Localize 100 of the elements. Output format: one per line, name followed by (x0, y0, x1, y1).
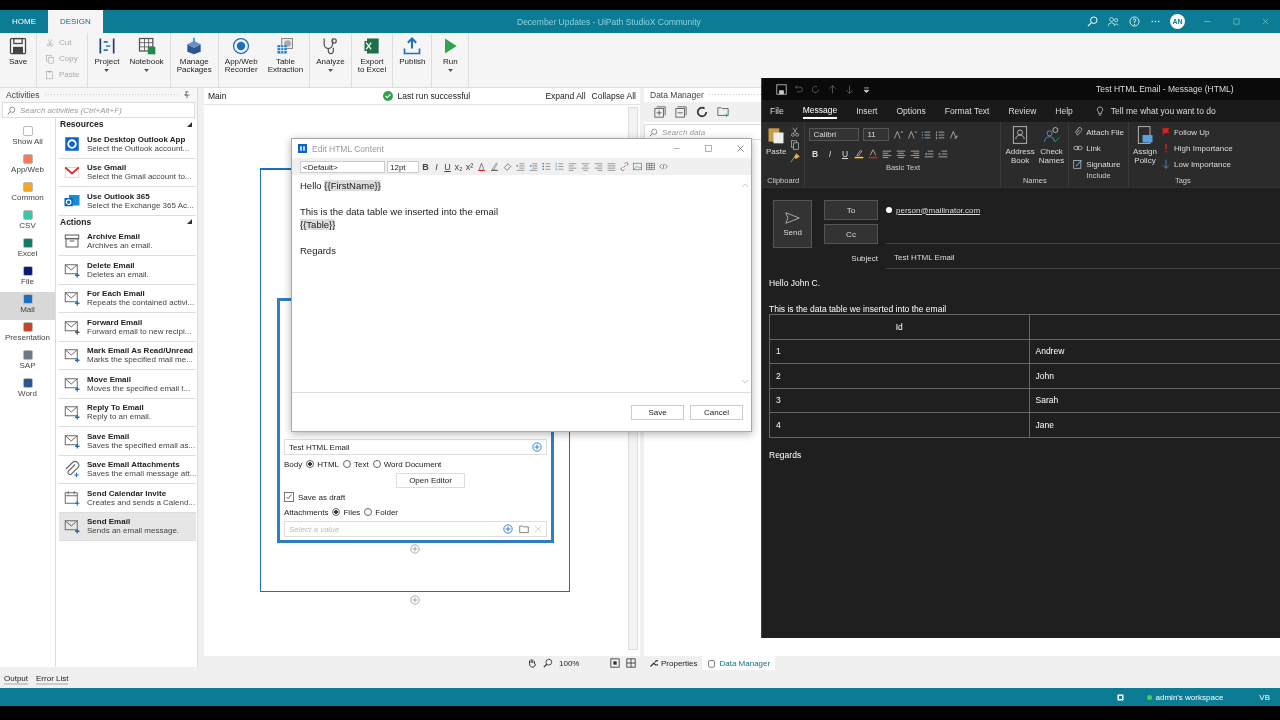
send-button[interactable]: Send (773, 200, 812, 248)
activity-item[interactable]: Mark Email As Read/Unread Marks the specified mail me... (59, 341, 197, 370)
align-left-icon[interactable] (567, 161, 578, 172)
radio-button[interactable]: Text (343, 459, 369, 469)
ribbon-tab[interactable]: Review (1008, 104, 1037, 118)
radio-button[interactable]: Word Document (372, 459, 442, 469)
ribbon-button[interactable]: Manage Packages (172, 36, 216, 87)
activity-item[interactable]: Use Outlook 365 Select the Exchange 365 Ac... (59, 187, 197, 216)
plus-icon[interactable] (532, 442, 542, 452)
ribbon-tab[interactable]: Message (802, 103, 838, 119)
message-body[interactable]: Hello John C. This is the data table we inserted into the email Id 1 Andrew 2 John 3 Sarah 4 Jane Regards (762, 268, 1280, 638)
font-dropdown[interactable]: Calibri (809, 128, 860, 141)
subject-field[interactable]: Test HTML Email (886, 248, 1280, 269)
check-names-button[interactable]: Check Names (1038, 125, 1065, 176)
paste-button[interactable]: Paste (766, 125, 787, 176)
font-dropdown[interactable]: <Default> (300, 160, 385, 173)
align-center-icon[interactable] (896, 148, 907, 159)
add-activity-icon[interactable] (410, 595, 420, 605)
ribbon-tab[interactable]: Insert (856, 104, 878, 118)
category-item[interactable]: Show All (0, 124, 55, 152)
activity-item[interactable]: Move Email Moves the specified email t... (59, 370, 197, 399)
indent-icon[interactable] (515, 161, 526, 172)
follow-up-button[interactable]: Follow Up (1161, 125, 1233, 139)
plus-icon[interactable] (503, 524, 513, 534)
checkbox[interactable]: Save as draft (284, 491, 547, 503)
align-right-icon[interactable] (910, 148, 921, 159)
arrow-down-icon[interactable] (844, 83, 855, 95)
pin-icon[interactable] (183, 91, 191, 99)
eraser-icon[interactable] (502, 161, 513, 172)
to-button[interactable]: To (824, 200, 878, 220)
radio-button[interactable]: Files (332, 507, 361, 517)
search-icon[interactable] (543, 658, 553, 668)
bullet-list-icon[interactable] (541, 161, 552, 172)
format-button[interactable]: B (421, 161, 430, 172)
ribbon-tab[interactable]: Help (1055, 104, 1073, 118)
activity-item[interactable]: Reply To Email Reply to an email. (59, 398, 197, 427)
code-icon[interactable] (658, 161, 669, 172)
workspace-selector[interactable]: admin's workspace (1146, 692, 1224, 702)
tell-me-field[interactable]: Tell me what you want to do (1110, 106, 1216, 116)
ribbon-tab[interactable]: HOME (0, 10, 48, 33)
activity-item[interactable]: Send Email Sends an email message. (59, 512, 197, 541)
help-icon[interactable] (1128, 15, 1141, 28)
dialog-button[interactable]: Save (631, 404, 684, 420)
ribbon-button[interactable]: Run (434, 36, 467, 87)
hand-icon[interactable] (527, 658, 537, 668)
signature-button[interactable]: Signature (1073, 157, 1124, 171)
add-activity-icon[interactable] (410, 544, 420, 554)
category-item[interactable]: Word (0, 376, 55, 404)
fit-icon[interactable] (610, 658, 620, 668)
add-folder-icon[interactable] (717, 106, 729, 118)
ribbon-tab[interactable]: Format Text (944, 104, 990, 118)
search-field[interactable]: Search activities (Ctrl+Alt+F) (2, 102, 195, 118)
format-button[interactable]: B (809, 148, 821, 159)
cc-button[interactable]: Cc (824, 224, 878, 244)
expand-icon[interactable] (654, 106, 666, 118)
redo-icon[interactable] (810, 83, 821, 95)
maximize-icon[interactable] (704, 144, 713, 153)
text-color-icon[interactable] (476, 161, 487, 172)
ribbon-tab[interactable]: File (770, 104, 784, 118)
size-dropdown[interactable]: 11 (863, 128, 890, 141)
ribbon-tab[interactable]: DESIGN (48, 10, 103, 33)
activity-item[interactable]: Delete Email Deletes an email. (59, 256, 197, 285)
activity-item[interactable]: Forward Email Forward email to new recipi... (59, 313, 197, 342)
link-button[interactable]: Link (1073, 141, 1124, 155)
undo-icon[interactable] (793, 83, 804, 95)
low-importance-button[interactable]: Low Importance (1161, 157, 1233, 171)
ribbon-button[interactable]: Project (90, 36, 124, 87)
people-icon[interactable] (1107, 15, 1120, 28)
folder-icon[interactable] (519, 524, 529, 534)
bullet-list-icon[interactable] (921, 129, 932, 140)
dialog-button[interactable]: Cancel (690, 404, 743, 420)
open-editor-button[interactable]: Open Editor (396, 473, 465, 488)
collapse-icon[interactable] (187, 121, 193, 127)
activity-item[interactable]: Send Calendar Invite Creates and sends a Calend... (59, 484, 197, 513)
search-icon[interactable] (1086, 15, 1099, 28)
paintbrush-icon[interactable] (790, 153, 801, 163)
overview-icon[interactable] (626, 658, 636, 668)
format-button[interactable]: U (443, 161, 452, 172)
justify-icon[interactable] (606, 161, 617, 172)
size-dropdown[interactable]: 12pt (387, 160, 419, 173)
breadcrumb[interactable]: Main (208, 91, 227, 101)
panel-tab[interactable]: Data Manager (702, 656, 776, 670)
numbered-list-icon[interactable] (935, 129, 946, 140)
collapse-icon[interactable] (187, 219, 193, 224)
category-item[interactable]: App/Web (0, 152, 55, 180)
assign-policy-button[interactable]: Assign Policy (1132, 125, 1157, 176)
clear-format-icon[interactable] (949, 129, 960, 140)
numbered-list-icon[interactable] (554, 161, 565, 172)
category-item[interactable]: Mail (0, 292, 55, 320)
ribbon-button[interactable]: Table Extraction (263, 36, 308, 87)
activity-item[interactable]: Use Desktop Outlook App Select the Outlook account... (59, 130, 197, 159)
table-icon[interactable] (645, 161, 656, 172)
activity-item[interactable]: For Each Email Repeats the contained activi... (59, 284, 197, 313)
text-color-icon[interactable] (868, 148, 879, 159)
ribbon-button[interactable]: Notebook (125, 36, 168, 87)
expand-all-link[interactable]: Expand All (545, 91, 586, 101)
shrink-font-icon[interactable] (907, 129, 918, 140)
ribbon-button[interactable]: Publish (395, 36, 430, 87)
format-button[interactable]: x₂ (454, 161, 463, 172)
collapse-all-link[interactable]: Collapse All (591, 91, 636, 101)
